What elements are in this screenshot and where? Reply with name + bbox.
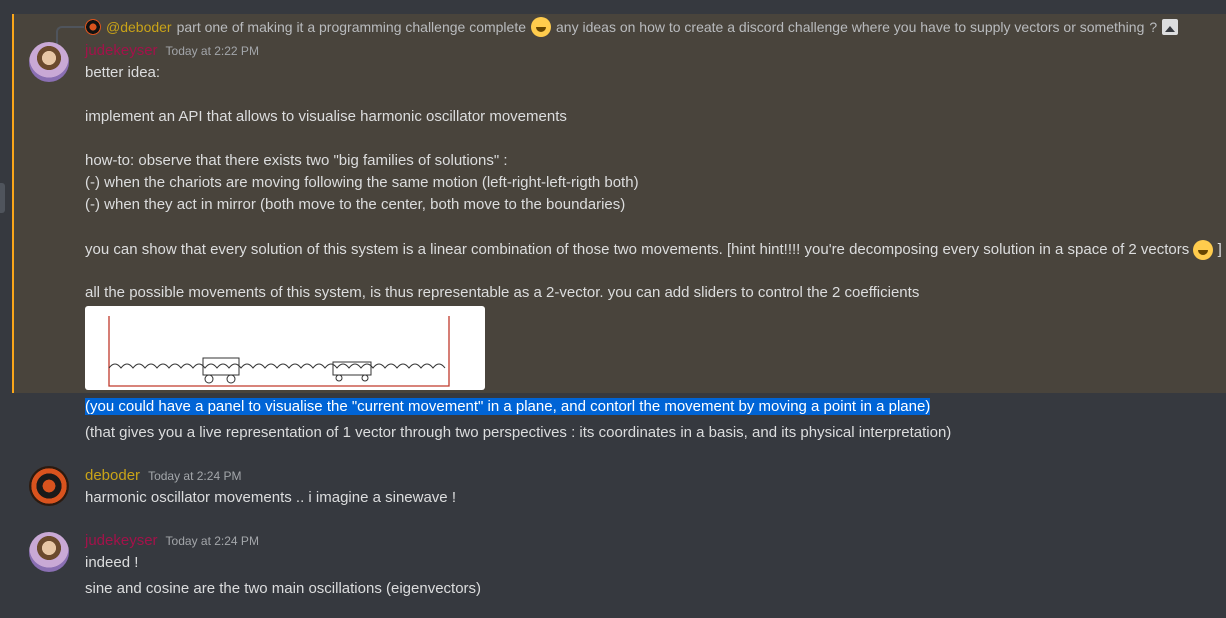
message-line-with-emoji: you can show that every solution of this… [85,240,1222,260]
timestamp[interactable]: Today at 2:22 PM [166,44,259,58]
message-header: judekeyser Today at 2:24 PM [85,532,259,549]
message-line: better idea: [85,64,161,81]
timestamp[interactable]: Today at 2:24 PM [166,534,259,548]
timestamp[interactable]: Today at 2:24 PM [148,469,241,483]
username[interactable]: judekeyser [85,42,158,59]
reply-text-start[interactable]: part one of making it a programming chal… [177,19,526,35]
message-header: judekeyser Today at 2:22 PM [85,42,259,59]
closing-bracket: ] [1217,240,1222,258]
message-line: all the possible movements of this syste… [85,284,920,301]
message-header: deboder Today at 2:24 PM [85,467,241,484]
winking-face-icon [1193,240,1214,260]
message-line: sine and cosine are the two main oscilla… [85,580,482,597]
avatar[interactable] [29,42,69,82]
sketch-drawing [108,316,450,387]
message-line: indeed ! [85,554,139,571]
message-line: (that gives you a live representation of… [85,424,952,441]
top-bar [0,0,1226,14]
reply-username[interactable]: @deboder [106,19,172,35]
message-line: implement an API that allows to visualis… [85,108,567,125]
message-line-selected: (you could have a panel to visualise the… [85,398,931,415]
username[interactable]: judekeyser [85,532,158,549]
avatar[interactable] [29,466,69,506]
username[interactable]: deboder [85,467,140,484]
message-line: (-) when they act in mirror (both move t… [85,196,626,213]
image-attachment-icon [1162,19,1179,35]
reply-avatar[interactable] [85,19,101,35]
message-line: harmonic oscillator movements .. i imagi… [85,489,456,506]
message-text: you can show that every solution of this… [85,240,1190,258]
image-attachment[interactable] [85,306,485,390]
unread-indicator [0,183,5,213]
selected-text: (you could have a panel to visualise the… [85,398,931,415]
message-line: how-to: observe that there exists two "b… [85,152,508,169]
grinning-face-icon [531,17,552,37]
reply-preview[interactable]: @deboder part one of making it a program… [85,17,1179,37]
message-line: (-) when the chariots are moving followi… [85,174,639,191]
reply-trailing: ? [1149,19,1158,35]
reply-connector [56,26,84,44]
reply-text-end[interactable]: any ideas on how to create a discord cha… [556,19,1144,35]
avatar[interactable] [29,532,69,572]
